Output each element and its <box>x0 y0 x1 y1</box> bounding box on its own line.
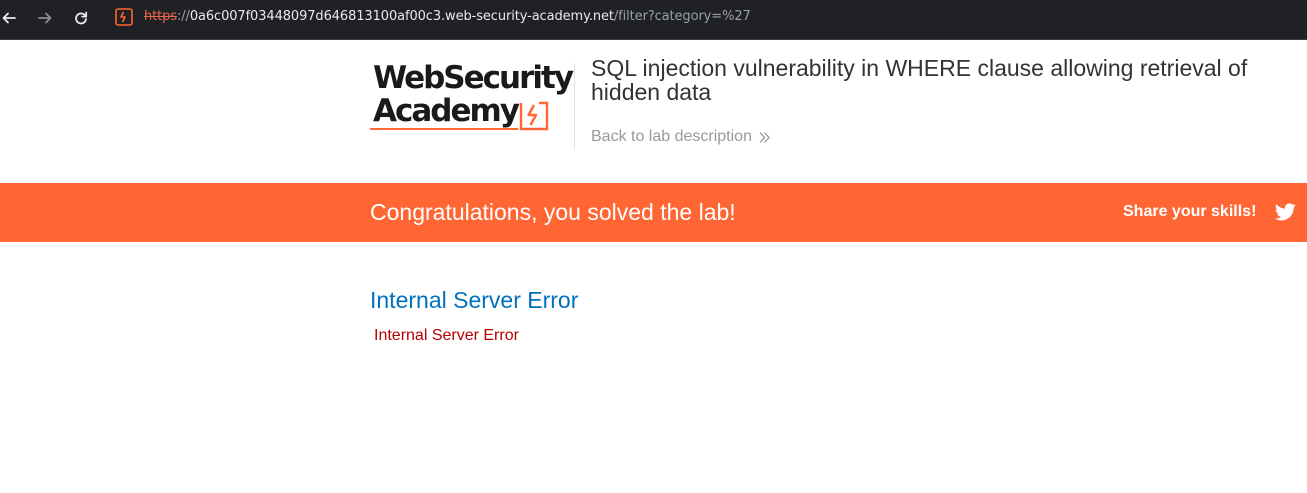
arrow-left-icon <box>2 12 16 24</box>
share-skills-label: Share your skills! <box>1123 203 1257 220</box>
error-message: Internal Server Error <box>374 327 519 344</box>
url-separator: :// <box>176 9 190 24</box>
page-header: WebSecurity Academy SQL injection vulner… <box>0 41 1307 183</box>
lab-title: SQL injection vulnerability in WHERE cla… <box>591 55 1248 105</box>
logo-line-2: Academy <box>373 93 520 129</box>
header-divider <box>574 63 575 149</box>
reload-icon <box>75 11 88 25</box>
url-scheme: https <box>144 9 177 24</box>
double-chevron-right-icon <box>759 131 770 143</box>
forward-button[interactable] <box>33 6 57 30</box>
arrow-right-icon <box>38 12 52 24</box>
logo-line-1: WebSecurity <box>373 60 574 96</box>
url-path: /filter?category=%27 <box>613 9 751 24</box>
back-to-lab-description-link[interactable]: Back to lab description <box>591 128 771 146</box>
congratulations-message: Congratulations, you solved the lab! <box>370 199 736 225</box>
web-security-academy-favicon <box>115 8 133 26</box>
address-bar[interactable]: https://0a6c007f03448097d646813100af00c3… <box>144 9 751 25</box>
back-button[interactable] <box>0 6 21 30</box>
twitter-icon[interactable] <box>1275 203 1296 221</box>
logo-underline <box>370 128 518 130</box>
lab-solved-banner: Congratulations, you solved the lab! Sha… <box>0 183 1307 242</box>
error-heading: Internal Server Error <box>370 287 579 313</box>
reload-button[interactable] <box>69 6 93 30</box>
url-host: 0a6c007f03448097d646813100af00c3.web-sec… <box>189 9 614 24</box>
browser-toolbar: https://0a6c007f03448097d646813100af00c3… <box>0 0 1307 40</box>
back-link-label: Back to lab description <box>591 128 752 145</box>
lightning-bolt-icon <box>519 101 549 131</box>
academy-logo[interactable]: WebSecurity Academy <box>370 60 574 133</box>
